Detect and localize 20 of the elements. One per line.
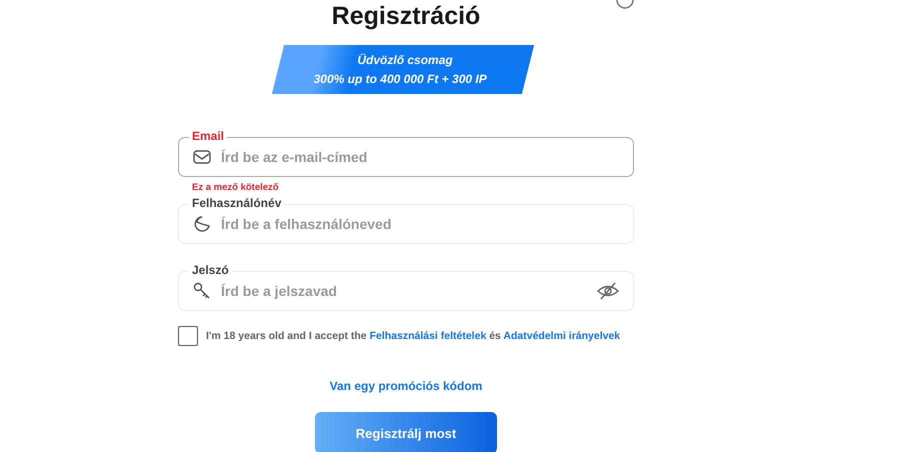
checkbox[interactable] (178, 326, 198, 346)
banner-title: Üdvözlő csomag (358, 53, 454, 67)
privacy-link[interactable]: Adatvédelmi irányelvek (503, 330, 620, 342)
field-label: Jelszó (189, 263, 232, 277)
banner-offer: 300% up to 400 000 Ft + 300 IP (314, 72, 488, 86)
field-label: Email (189, 129, 228, 143)
register-button[interactable]: Regisztrálj most (315, 412, 497, 452)
terms-link[interactable]: Felhasználási feltételek (370, 330, 486, 342)
page-title: Regisztráció (332, 1, 480, 32)
placeholder-text: Írd be a felhasználóneved (221, 216, 392, 232)
consent-text: I'm 18 years old and I accept the Felhasználási feltételek és Adatvédelmi irányelvek (206, 330, 620, 342)
promo-code-link[interactable]: Van egy promóciós kódom (330, 379, 482, 393)
eye-slash-icon[interactable] (597, 282, 619, 300)
envelope-icon (193, 149, 211, 165)
error-message: Ez a mező kötelező (192, 182, 280, 194)
key-icon (193, 282, 211, 300)
placeholder-text: Írd be a jelszavad (221, 283, 338, 299)
field-label: Felhasználónév (189, 196, 284, 210)
placeholder-text: Írd be az e-mail-címed (221, 149, 368, 165)
helmet-icon (193, 215, 211, 233)
